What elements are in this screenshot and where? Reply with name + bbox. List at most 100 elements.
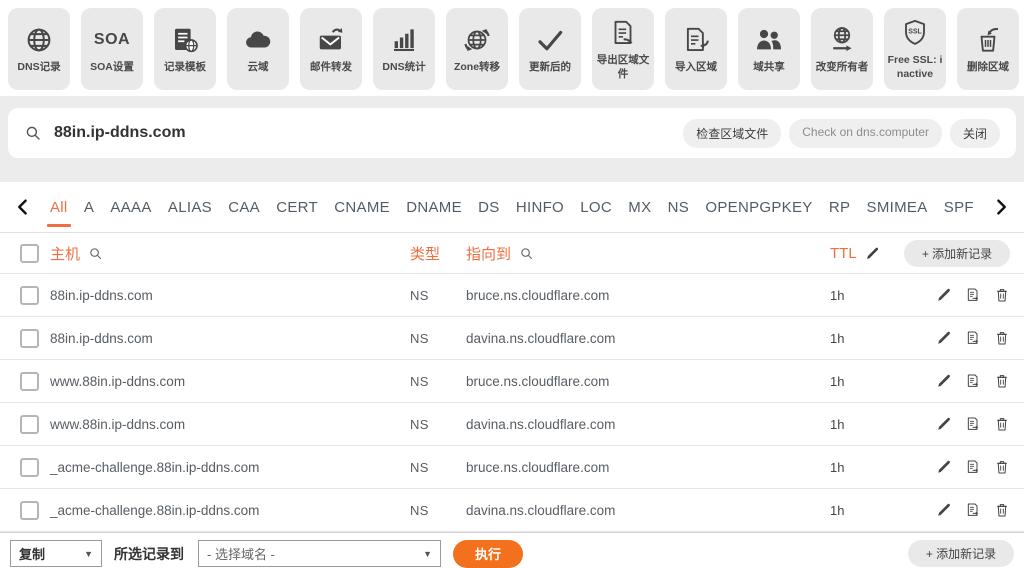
check-zone-file-button[interactable]: 检查区域文件 — [683, 119, 781, 148]
copy-record-icon[interactable] — [965, 459, 981, 475]
row-checkbox[interactable] — [20, 372, 39, 391]
add-new-record-button-bottom[interactable]: + 添加新记录 — [908, 540, 1014, 567]
row-checkbox[interactable] — [20, 329, 39, 348]
domain-share-icon — [754, 24, 784, 56]
toolbar-button-label: 邮件转发 — [310, 61, 352, 74]
table-row: 88in.ip-ddns.com NS bruce.ns.cloudflare.… — [0, 274, 1024, 317]
toolbar-button-export-zone[interactable]: 导出区域文件 — [592, 8, 654, 90]
copy-record-icon[interactable] — [965, 330, 981, 346]
toolbar-button-cloud-domains[interactable]: 云域 — [227, 8, 289, 90]
delete-record-icon[interactable] — [994, 416, 1010, 432]
tab-cert[interactable]: CERT — [276, 199, 318, 216]
tab-ns[interactable]: NS — [668, 199, 689, 216]
edit-record-icon[interactable] — [936, 459, 952, 475]
add-new-record-button[interactable]: + 添加新记录 — [904, 240, 1010, 267]
toolbar-button-updated[interactable]: 更新后的 — [519, 8, 581, 90]
check-on-dns-computer-button[interactable]: Check on dns.computer — [789, 119, 942, 148]
row-checkbox[interactable] — [20, 286, 39, 305]
tab-caa[interactable]: CAA — [228, 199, 260, 216]
row-checkbox[interactable] — [20, 415, 39, 434]
row-ttl: 1h — [830, 288, 900, 303]
toolbar-button-free-ssl[interactable]: Free SSL: inactive — [884, 8, 946, 90]
toolbar-button-label: 域共享 — [753, 61, 785, 74]
delete-record-icon[interactable] — [994, 330, 1010, 346]
tab-a[interactable]: A — [84, 199, 94, 216]
close-button[interactable]: 关闭 — [950, 119, 1000, 148]
row-value: davina.ns.cloudflare.com — [466, 503, 830, 518]
chevron-left-icon[interactable] — [14, 198, 32, 216]
edit-record-icon[interactable] — [936, 287, 952, 303]
toolbar-button-dns-records[interactable]: DNS记录 — [8, 8, 70, 90]
copy-record-icon[interactable] — [965, 287, 981, 303]
globe-icon — [24, 24, 54, 56]
ttl-edit-pencil-icon[interactable] — [865, 246, 880, 261]
edit-record-icon[interactable] — [936, 373, 952, 389]
record-template-icon — [170, 24, 200, 56]
host-search-icon[interactable] — [88, 246, 103, 261]
select-all-checkbox[interactable] — [20, 244, 39, 263]
toolbar-button-label: Free SSL: inactive — [886, 54, 944, 80]
dns-zone-editor-page: DNS记录 SOA SOA设置 记录模板 云域 邮件转发 DNS统计 Zone转… — [0, 0, 1024, 568]
dropdown-arrow-icon: ▼ — [415, 549, 432, 559]
type-column-header: 类型 — [410, 243, 440, 264]
delete-record-icon[interactable] — [994, 287, 1010, 303]
table-row: 88in.ip-ddns.com NS davina.ns.cloudflare… — [0, 317, 1024, 360]
tab-cname[interactable]: CNAME — [334, 199, 390, 216]
toolbar-button-import-zone[interactable]: 导入区域 — [665, 8, 727, 90]
row-value: bruce.ns.cloudflare.com — [466, 374, 830, 389]
toolbar-button-dns-stats[interactable]: DNS统计 — [373, 8, 435, 90]
tab-dname[interactable]: DNAME — [406, 199, 462, 216]
tab-aaaa[interactable]: AAAA — [110, 199, 151, 216]
tab-loc[interactable]: LOC — [580, 199, 612, 216]
delete-record-icon[interactable] — [994, 459, 1010, 475]
tab-rp[interactable]: RP — [829, 199, 850, 216]
copy-record-icon[interactable] — [965, 416, 981, 432]
copy-record-icon[interactable] — [965, 502, 981, 518]
tab-all[interactable]: All — [50, 199, 68, 216]
toolbar-button-domain-sharing[interactable]: 域共享 — [738, 8, 800, 90]
tab-smimea[interactable]: SMIMEA — [867, 199, 928, 216]
zone-search-input[interactable] — [52, 123, 683, 143]
copy-record-icon[interactable] — [965, 373, 981, 389]
toolbar-button-mail-forwarding[interactable]: 邮件转发 — [300, 8, 362, 90]
row-ttl: 1h — [830, 374, 900, 389]
tab-hinfo[interactable]: HINFO — [516, 199, 564, 216]
row-host: _acme-challenge.88in.ip-ddns.com — [50, 503, 410, 518]
tab-spf[interactable]: SPF — [944, 199, 974, 216]
value-column-header: 指向到 — [466, 243, 511, 264]
edit-record-icon[interactable] — [936, 330, 952, 346]
row-ttl: 1h — [830, 503, 900, 518]
row-checkbox[interactable] — [20, 458, 39, 477]
row-type: NS — [410, 417, 466, 432]
toolbar-button-delete-zone[interactable]: 删除区域 — [957, 8, 1019, 90]
delete-record-icon[interactable] — [994, 502, 1010, 518]
toolbar-button-change-owner[interactable]: 改变所有者 — [811, 8, 873, 90]
toolbar-button-zone-transfer[interactable]: Zone转移 — [446, 8, 508, 90]
import-zone-icon — [681, 24, 711, 56]
toolbar-button-label: 导出区域文件 — [594, 54, 652, 80]
toolbar-button-label: DNS记录 — [17, 61, 60, 74]
edit-record-icon[interactable] — [936, 502, 952, 518]
row-checkbox[interactable] — [20, 501, 39, 520]
delete-zone-icon — [973, 24, 1003, 56]
toolbar-button-soa-settings[interactable]: SOA SOA设置 — [81, 8, 143, 90]
zone-action-buttons: 检查区域文件 Check on dns.computer 关闭 — [683, 119, 1000, 148]
value-search-icon[interactable] — [519, 246, 534, 261]
toolbar-button-label: 删除区域 — [967, 61, 1009, 74]
tab-openpgpkey[interactable]: OPENPGPKEY — [705, 199, 812, 216]
target-domain-select[interactable]: - 选择域名 - ▼ — [198, 540, 441, 567]
tab-ds[interactable]: DS — [478, 199, 499, 216]
toolbar-button-record-templates[interactable]: 记录模板 — [154, 8, 216, 90]
tab-alias[interactable]: ALIAS — [168, 199, 212, 216]
edit-record-icon[interactable] — [936, 416, 952, 432]
toolbar-button-label: Zone转移 — [454, 61, 500, 74]
ssl-shield-icon — [900, 17, 930, 49]
chevron-right-icon[interactable] — [992, 198, 1010, 216]
dropdown-arrow-icon: ▼ — [76, 549, 93, 559]
tab-mx[interactable]: MX — [628, 199, 651, 216]
execute-button[interactable]: 执行 — [453, 540, 523, 568]
delete-record-icon[interactable] — [994, 373, 1010, 389]
bulk-action-select[interactable]: 复制 ▼ — [10, 540, 102, 567]
row-type: NS — [410, 374, 466, 389]
table-row: www.88in.ip-ddns.com NS bruce.ns.cloudfl… — [0, 360, 1024, 403]
